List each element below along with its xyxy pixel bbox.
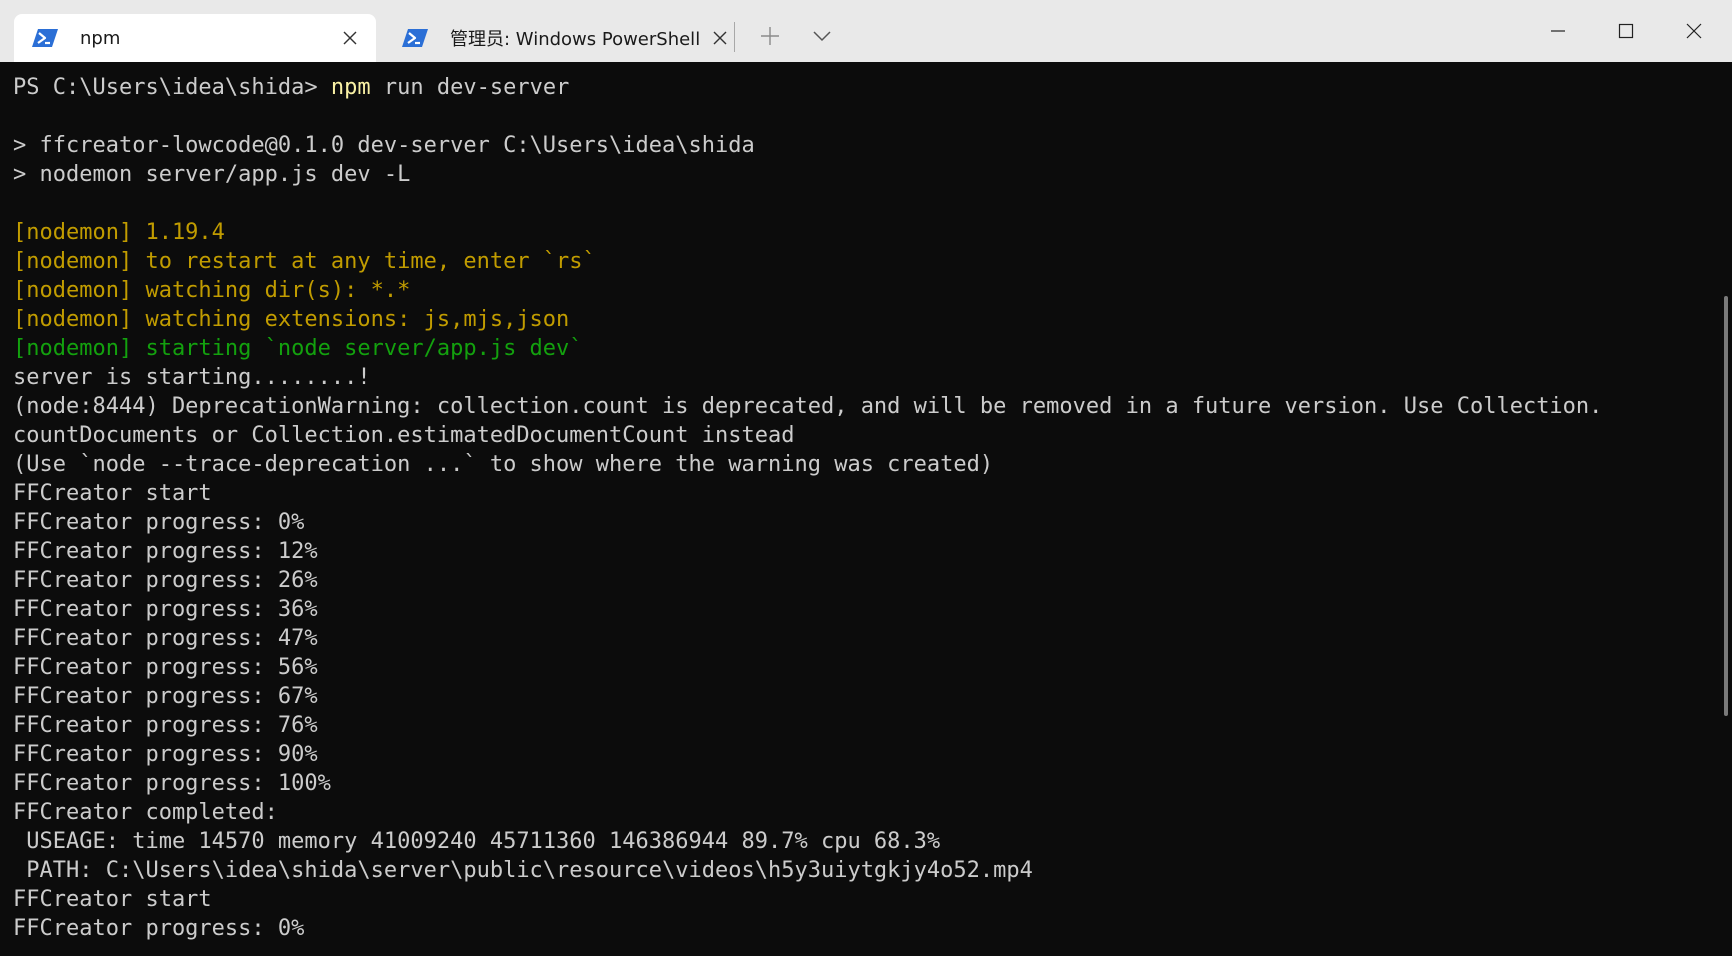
scrollbar-thumb[interactable] — [1724, 296, 1728, 716]
output-line: FFCreator completed: — [13, 800, 278, 825]
progress-line: FFCreator progress: 47% — [13, 626, 318, 651]
prompt-line: PS C:\Users\idea\shida> npm run dev-serv… — [13, 74, 569, 102]
terminal-window: npm 管理员: Windows PowerShell PS C:\Users\… — [0, 0, 1732, 956]
tab-npm[interactable]: npm — [14, 14, 376, 62]
progress-line: FFCreator progress: 0% — [13, 510, 305, 535]
powershell-icon — [32, 29, 58, 47]
progress-line: FFCreator progress: 26% — [13, 568, 318, 593]
tab-powershell-admin[interactable]: 管理员: Windows PowerShell — [384, 14, 727, 62]
maximize-button[interactable] — [1592, 0, 1660, 62]
output-line: PATH: C:\Users\idea\shida\server\public\… — [13, 858, 1033, 883]
progress-line: FFCreator progress: 56% — [13, 655, 318, 680]
powershell-icon — [402, 29, 428, 47]
chevron-down-icon — [813, 31, 831, 42]
progress-line: FFCreator progress: 0% — [13, 916, 305, 941]
close-icon — [343, 31, 357, 45]
close-icon — [713, 31, 727, 45]
close-icon — [1686, 23, 1702, 39]
progress-line: FFCreator progress: 90% — [13, 742, 318, 767]
progress-line: FFCreator progress: 12% — [13, 539, 318, 564]
deprecation-line: countDocuments or Collection.estimatedDo… — [13, 423, 795, 448]
plus-icon — [761, 27, 779, 45]
nodemon-line: [nodemon] watching extensions: js,mjs,js… — [13, 307, 570, 332]
tab-separator — [734, 22, 735, 52]
new-tab-button[interactable] — [748, 16, 792, 56]
command-args: run dev-server — [370, 75, 570, 100]
tab-title: 管理员: Windows PowerShell — [450, 29, 701, 50]
minimize-button[interactable] — [1524, 0, 1592, 62]
progress-line: FFCreator progress: 67% — [13, 684, 318, 709]
deprecation-line: (Use `node --trace-deprecation ...` to s… — [13, 452, 994, 477]
progress-line: FFCreator progress: 36% — [13, 597, 318, 622]
tab-close-button[interactable] — [330, 18, 370, 58]
output-line: FFCreator start — [13, 481, 212, 506]
output-line: USEAGE: time 14570 memory 41009240 45711… — [13, 829, 941, 854]
output-line: server is starting........! — [13, 365, 371, 390]
nodemon-starting-line: [nodemon] starting `node server/app.js d… — [13, 336, 583, 361]
command-name: npm — [330, 75, 371, 100]
tab-dropdown-button[interactable] — [800, 16, 844, 56]
progress-line: FFCreator progress: 76% — [13, 713, 318, 738]
nodemon-line: [nodemon] to restart at any time, enter … — [13, 249, 596, 274]
output-line: FFCreator start — [13, 887, 212, 912]
prompt: PS C:\Users\idea\shida> — [13, 75, 331, 100]
minimize-icon — [1551, 30, 1565, 32]
deprecation-line: (node:8444) DeprecationWarning: collecti… — [13, 394, 1603, 419]
tab-title: npm — [80, 27, 121, 49]
maximize-icon — [1618, 23, 1634, 39]
progress-line: FFCreator progress: 100% — [13, 771, 331, 796]
script-header-line: > ffcreator-lowcode@0.1.0 dev-server C:\… — [13, 133, 755, 158]
nodemon-line: [nodemon] watching dir(s): *.* — [13, 278, 411, 303]
script-header-line: > nodemon server/app.js dev -L — [13, 162, 411, 187]
window-close-button[interactable] — [1660, 0, 1728, 62]
nodemon-line: [nodemon] 1.19.4 — [13, 220, 225, 245]
title-bar: npm 管理员: Windows PowerShell — [0, 0, 1732, 62]
terminal-output[interactable]: PS C:\Users\idea\shida> npm run dev-serv… — [0, 62, 1722, 956]
